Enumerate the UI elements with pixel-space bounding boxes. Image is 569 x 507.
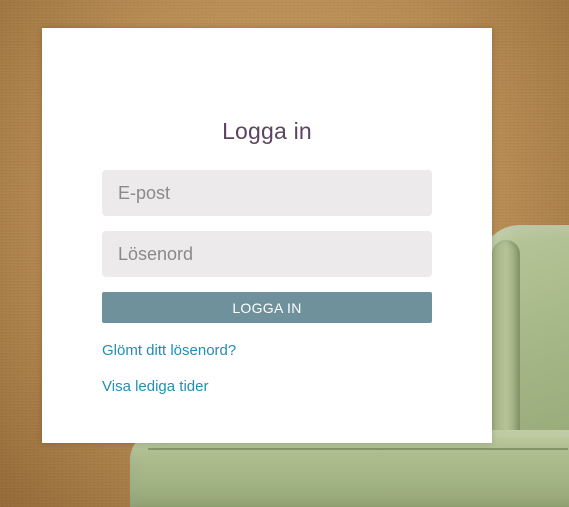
available-times-link[interactable]: Visa lediga tider	[102, 379, 208, 394]
couch-seam	[148, 448, 568, 450]
login-title: Logga in	[222, 118, 312, 144]
login-button[interactable]: LOGGA IN	[102, 292, 432, 323]
email-input[interactable]	[102, 170, 432, 216]
forgot-password-link[interactable]: Glömt ditt lösenord?	[102, 343, 236, 358]
login-card: Logga in LOGGA IN Glömt ditt lösenord? V…	[42, 28, 492, 443]
password-input[interactable]	[102, 231, 432, 277]
